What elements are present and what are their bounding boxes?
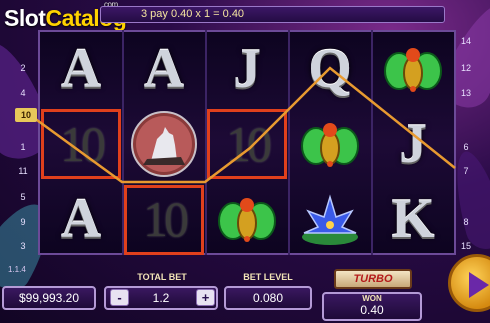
payline-number[interactable]: 6: [458, 142, 474, 152]
balance-display: $99,993.20: [2, 286, 96, 310]
payline-number[interactable]: 7: [458, 166, 474, 176]
increase-bet-button[interactable]: +: [196, 289, 215, 306]
total-bet-label: TOTAL BET: [137, 272, 187, 282]
payline-number[interactable]: 5: [15, 192, 31, 202]
bet-level-label: BET LEVEL: [243, 272, 293, 282]
payline-number[interactable]: 8: [458, 217, 474, 227]
bet-level-value: 0.080: [252, 291, 284, 305]
payline-number[interactable]: 1: [15, 142, 31, 152]
version-label: 1.1.4: [8, 265, 26, 274]
bet-level-control[interactable]: 0.080: [224, 286, 312, 310]
payline-number[interactable]: 9: [15, 217, 31, 227]
turbo-button[interactable]: TURBO: [334, 269, 412, 289]
payline-number[interactable]: 13: [458, 88, 474, 98]
won-value: 0.40: [360, 303, 384, 317]
balance-value: $99,993.20: [18, 291, 80, 305]
play-icon: [469, 272, 489, 298]
payline-number[interactable]: 2: [15, 63, 31, 73]
payline-number[interactable]: 12: [458, 63, 474, 73]
won-display: WON 0.40: [322, 292, 422, 321]
won-label: WON: [362, 294, 382, 303]
payline-number[interactable]: 4: [15, 88, 31, 98]
payline-number[interactable]: 3: [15, 241, 31, 251]
payline-number[interactable]: 15: [458, 241, 474, 251]
total-bet-value: 1.2: [152, 291, 170, 305]
payline-number[interactable]: 14: [458, 36, 474, 46]
payline-number[interactable]: 11: [15, 166, 31, 176]
turbo-label: TURBO: [353, 273, 393, 285]
active-payline-badge[interactable]: 10: [15, 108, 37, 122]
decrease-bet-button[interactable]: -: [110, 289, 129, 306]
